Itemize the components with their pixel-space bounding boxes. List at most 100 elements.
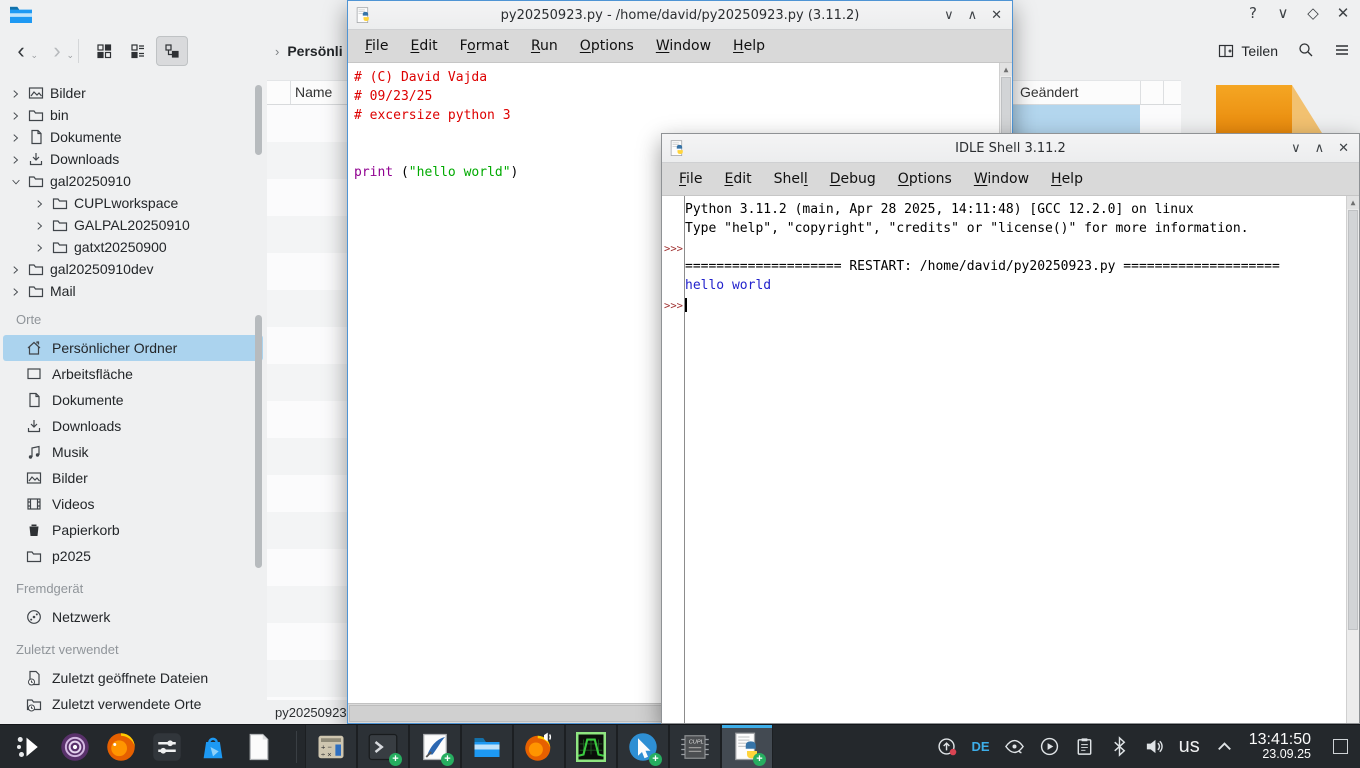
close-button[interactable]: ✕ xyxy=(1334,4,1352,22)
search-icon[interactable] xyxy=(1298,42,1314,61)
back-button[interactable]: ‹⌄ xyxy=(8,40,34,62)
menu-file[interactable]: File xyxy=(670,167,711,191)
menu-options[interactable]: Options xyxy=(571,34,643,58)
menu-options[interactable]: Options xyxy=(889,167,961,191)
sidebar-item-bilder[interactable]: Bilder xyxy=(0,465,266,491)
sidebar-item-papierkorb[interactable]: Papierkorb xyxy=(0,517,266,543)
chevron-right-icon[interactable] xyxy=(10,87,22,99)
task-calculator[interactable]: + −÷ × xyxy=(305,725,357,768)
menu-format[interactable]: Format xyxy=(451,34,518,58)
media-play-icon[interactable] xyxy=(1039,736,1060,757)
menu-help[interactable]: Help xyxy=(724,34,774,58)
chevron-right-icon[interactable] xyxy=(10,263,22,275)
sidebar-item-netzwerk[interactable]: Netzwerk xyxy=(0,604,266,630)
tree-item-cuplworkspace[interactable]: CUPLworkspace xyxy=(0,192,266,214)
clock[interactable]: 13:41:50 23.09.25 xyxy=(1249,732,1311,762)
menu-window[interactable]: Window xyxy=(965,167,1038,191)
tree-item-downloads[interactable]: Downloads xyxy=(0,148,266,170)
chevron-right-icon[interactable] xyxy=(34,197,46,209)
task-kde-app[interactable]: + xyxy=(617,725,669,768)
bluetooth-icon[interactable] xyxy=(1109,736,1130,757)
task-oscilloscope[interactable] xyxy=(565,725,617,768)
tree-view-button[interactable] xyxy=(156,36,188,66)
task-idle-python[interactable]: + xyxy=(721,725,773,768)
sidebar-item-zuletzt-ge-ffnete-dateien[interactable]: Zuletzt geöffnete Dateien xyxy=(0,665,266,691)
shell-titlebar[interactable]: IDLE Shell 3.11.2 ∨ ∧ ✕ xyxy=(662,134,1359,163)
menu-run[interactable]: Run xyxy=(522,34,567,58)
menu-file[interactable]: File xyxy=(356,34,397,58)
menu-debug[interactable]: Debug xyxy=(821,167,885,191)
chevron-right-icon[interactable] xyxy=(10,109,22,121)
chevron-right-icon[interactable] xyxy=(10,131,22,143)
large-folder-icon[interactable] xyxy=(1216,85,1322,133)
app-launcher-launcher-icon[interactable] xyxy=(14,732,44,762)
system-settings-launcher-icon[interactable] xyxy=(152,732,182,762)
sidebar-item-pers-nlicher-ordner[interactable]: Persönlicher Ordner xyxy=(3,335,263,361)
close-button[interactable]: ✕ xyxy=(1338,141,1349,156)
scrollbar-thumb[interactable] xyxy=(1348,210,1358,630)
column-header-name[interactable]: Name xyxy=(295,84,332,100)
sidebar-scrollbar-top[interactable] xyxy=(255,85,262,155)
column-header-modified[interactable]: Geändert xyxy=(1020,84,1078,100)
menu-edit[interactable]: Edit xyxy=(401,34,446,58)
menu-edit[interactable]: Edit xyxy=(715,167,760,191)
maximize-button[interactable]: ∧ xyxy=(968,8,978,23)
shell-vertical-scrollbar[interactable]: ▲ xyxy=(1346,196,1359,723)
keyboard-layout-us[interactable]: us xyxy=(1179,735,1200,758)
tree-item-mail[interactable]: Mail xyxy=(0,280,266,302)
minimize-button[interactable]: ∨ xyxy=(1291,141,1301,156)
task-file-manager[interactable] xyxy=(461,725,513,768)
sidebar-item-p2025[interactable]: p2025 xyxy=(0,543,266,569)
close-button[interactable]: ✕ xyxy=(991,8,1002,23)
shell-text-area[interactable]: Python 3.11.2 (main, Apr 28 2025, 14:11:… xyxy=(662,196,1359,723)
discover-launcher-icon[interactable] xyxy=(198,732,228,762)
hamburger-menu-icon[interactable] xyxy=(1334,42,1350,61)
maximize-button[interactable]: ∧ xyxy=(1315,141,1325,156)
scroll-up-arrow-icon[interactable]: ▲ xyxy=(1347,196,1359,209)
tor-browser-launcher-icon[interactable] xyxy=(60,732,90,762)
sidebar-item-videos[interactable]: Videos xyxy=(0,491,266,517)
clipboard-icon[interactable] xyxy=(1074,736,1095,757)
new-document-launcher-icon[interactable] xyxy=(244,732,274,762)
sidebar-scrollbar-bottom[interactable] xyxy=(255,315,262,568)
forward-button[interactable]: ›⌄ xyxy=(44,40,70,62)
tree-item-dokumente[interactable]: Dokumente xyxy=(0,126,266,148)
chevron-right-icon[interactable] xyxy=(10,285,22,297)
sidebar-item-musik[interactable]: Musik xyxy=(0,439,266,465)
scroll-up-arrow-icon[interactable]: ▲ xyxy=(1000,63,1012,76)
split-view-button[interactable]: Teilen xyxy=(1218,43,1278,59)
tree-item-gal20250910dev[interactable]: gal20250910dev xyxy=(0,258,266,280)
icons-view-button[interactable] xyxy=(88,36,120,66)
task-office-doc[interactable]: + xyxy=(409,725,461,768)
chevron-right-icon[interactable] xyxy=(34,219,46,231)
menu-help[interactable]: Help xyxy=(1042,167,1092,191)
minimize-button[interactable]: ∨ xyxy=(1274,4,1292,22)
firefox-launcher-icon[interactable] xyxy=(106,732,136,762)
details-view-button[interactable] xyxy=(122,36,154,66)
task-firefox-audio[interactable] xyxy=(513,725,565,768)
update-notifier-icon[interactable] xyxy=(937,736,958,757)
sidebar-item-zuletzt-verwendete-orte[interactable]: Zuletzt verwendete Orte xyxy=(0,691,266,717)
sidebar-item-dokumente[interactable]: Dokumente xyxy=(0,387,266,413)
task-terminal[interactable]: + xyxy=(357,725,409,768)
chevron-right-icon[interactable] xyxy=(10,153,22,165)
help-button[interactable]: ? xyxy=(1244,4,1262,22)
maximize-button[interactable]: ◇ xyxy=(1304,4,1322,22)
sidebar-item-arbeitsfl-che[interactable]: Arbeitsfläche xyxy=(0,361,266,387)
eye-icon[interactable] xyxy=(1004,736,1025,757)
selected-file-row[interactable] xyxy=(1013,105,1140,133)
tree-item-bin[interactable]: bin xyxy=(0,104,266,126)
tree-item-gatxt20250900[interactable]: gatxt20250900 xyxy=(0,236,266,258)
menu-window[interactable]: Window xyxy=(647,34,720,58)
keyboard-layout-de[interactable]: DE xyxy=(972,739,990,754)
minimize-button[interactable]: ∨ xyxy=(944,8,954,23)
task-chip-tool[interactable]: CUPL xyxy=(669,725,721,768)
editor-titlebar[interactable]: py20250923.py - /home/david/py20250923.p… xyxy=(348,1,1012,30)
show-desktop-button[interactable] xyxy=(1333,739,1348,754)
volume-icon[interactable] xyxy=(1144,736,1165,757)
menu-shell[interactable]: Shell xyxy=(765,167,817,191)
sidebar-item-downloads[interactable]: Downloads xyxy=(0,413,266,439)
tree-item-bilder[interactable]: Bilder xyxy=(0,82,266,104)
expand-tray-icon[interactable] xyxy=(1214,736,1235,757)
chevron-down-icon[interactable] xyxy=(10,175,22,187)
